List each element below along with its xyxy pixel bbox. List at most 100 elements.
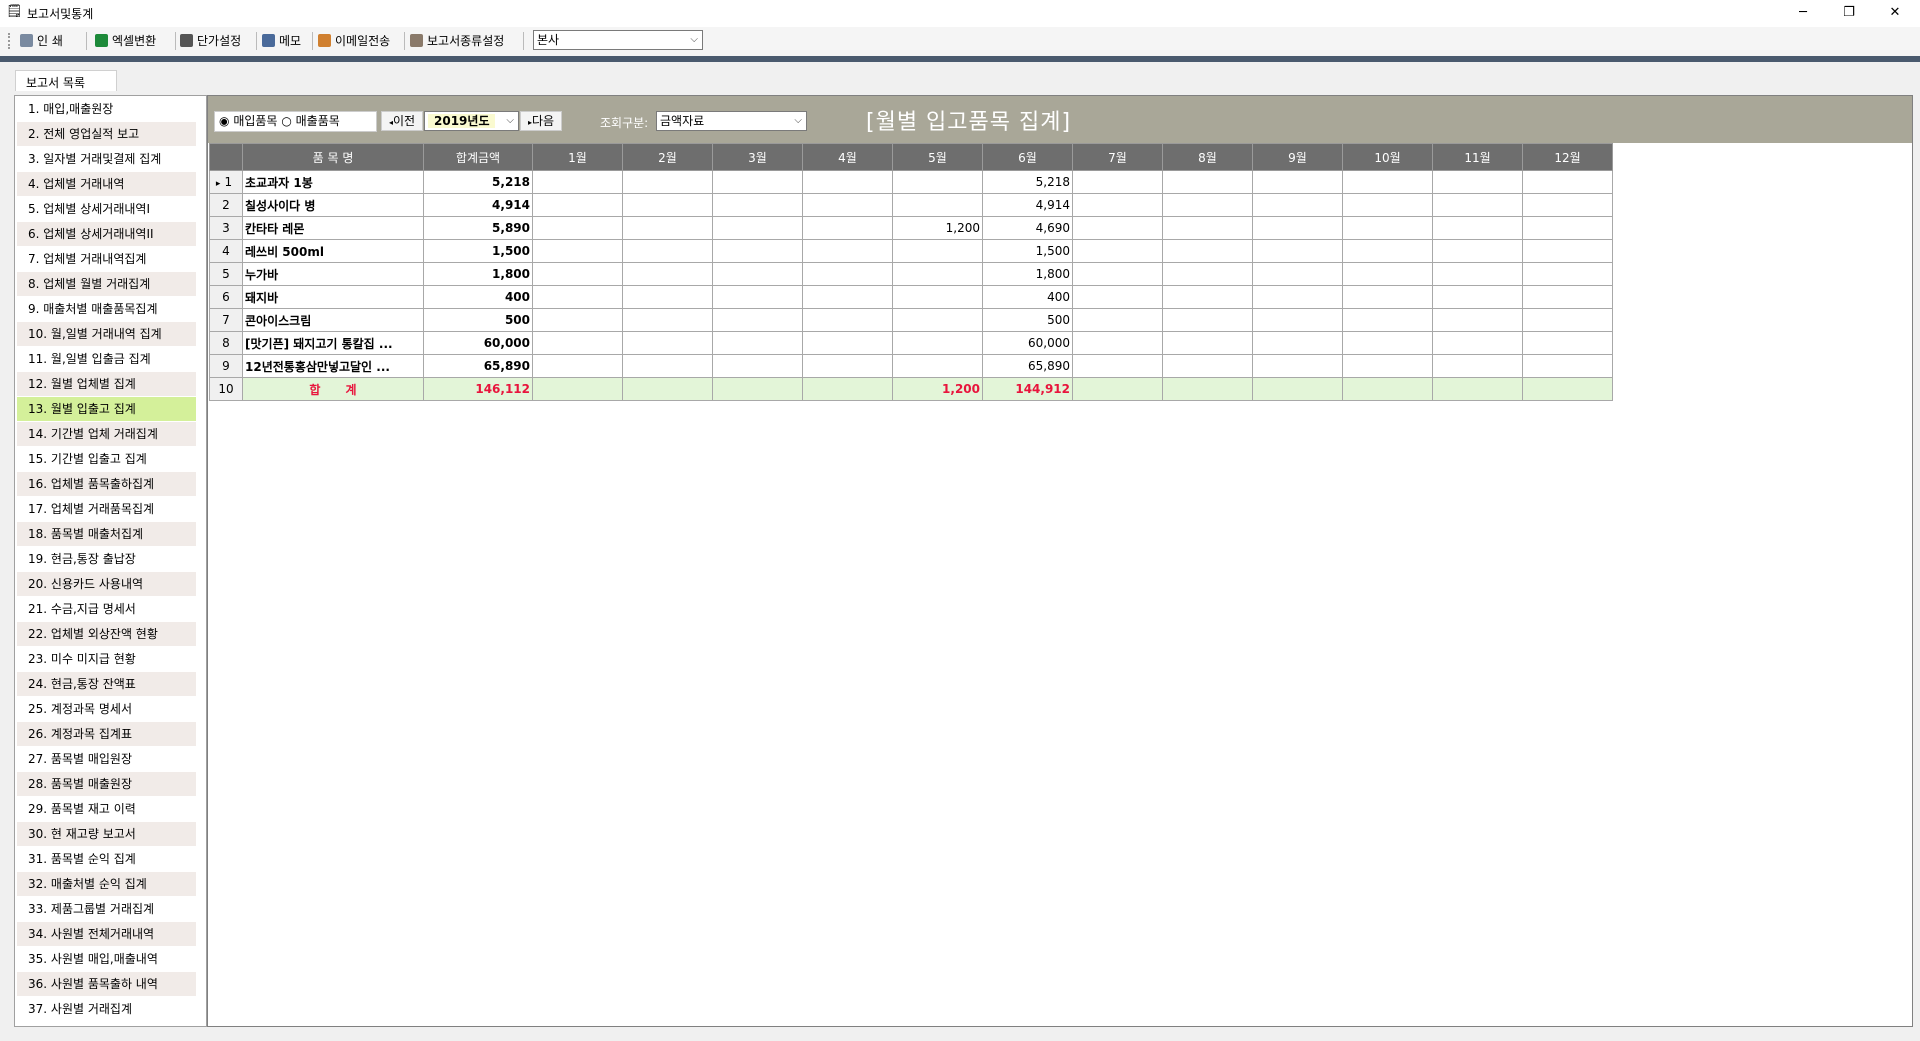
month-amount[interactable] [1072, 308, 1163, 332]
toolbar-button-memo[interactable]: 메모 [262, 30, 301, 52]
report-item[interactable]: 20. 신용카드 사용내역 [17, 572, 196, 596]
month-amount[interactable] [892, 354, 983, 378]
report-item[interactable]: 23. 미수 미지급 현황 [17, 647, 196, 671]
month-amount[interactable] [1342, 262, 1433, 286]
month-amount[interactable] [1162, 308, 1253, 332]
column-header[interactable]: 3월 [712, 143, 803, 171]
column-header[interactable]: 12월 [1522, 143, 1613, 171]
month-amount[interactable] [712, 377, 803, 401]
report-item[interactable]: 21. 수금,지급 명세서 [17, 597, 196, 621]
month-amount[interactable] [802, 354, 893, 378]
report-item[interactable]: 6. 업체별 상세거래내역II [17, 222, 196, 246]
table-row[interactable]: 3 칸타타 레몬 5,890 1,200 4,690 [209, 216, 1613, 240]
total-amount[interactable]: 146,112 [423, 377, 533, 401]
month-amount[interactable] [892, 262, 983, 286]
month-amount[interactable] [1342, 377, 1433, 401]
total-amount[interactable]: 60,000 [423, 331, 533, 355]
month-amount[interactable] [1342, 239, 1433, 263]
month-amount[interactable] [1252, 216, 1343, 240]
column-header[interactable]: 1월 [532, 143, 623, 171]
year-select[interactable]: 2019년도 ⌵ [424, 111, 519, 131]
table-row[interactable]: 4 레쓰비 500ml 1,500 1,500 [209, 239, 1613, 263]
month-amount[interactable] [712, 285, 803, 309]
month-amount[interactable] [1342, 285, 1433, 309]
month-amount[interactable] [1162, 331, 1253, 355]
table-row[interactable]: ▸ 1 초교과자 1봉 5,218 5,218 [209, 170, 1613, 194]
report-item[interactable]: 31. 품목별 순익 집계 [17, 847, 196, 871]
month-amount[interactable] [1522, 193, 1613, 217]
month-amount[interactable] [802, 377, 893, 401]
month-amount[interactable]: 1,200 [892, 216, 983, 240]
column-header[interactable]: 2월 [622, 143, 713, 171]
total-amount[interactable]: 5,218 [423, 170, 533, 194]
minimize-button[interactable]: ─ [1780, 2, 1826, 24]
report-item[interactable]: 19. 현금,통장 출납장 [17, 547, 196, 571]
month-amount[interactable] [1432, 239, 1523, 263]
report-item[interactable]: 35. 사원별 매입,매출내역 [17, 947, 196, 971]
month-amount[interactable] [622, 170, 713, 194]
month-amount[interactable] [622, 354, 713, 378]
month-amount[interactable] [622, 216, 713, 240]
month-amount[interactable] [1252, 377, 1343, 401]
month-amount[interactable] [1342, 170, 1433, 194]
month-amount[interactable] [712, 331, 803, 355]
item-name[interactable]: [맛기픈] 돼지고기 통칼집 ... [242, 331, 424, 355]
month-amount[interactable] [1252, 193, 1343, 217]
report-item[interactable]: 5. 업체별 상세거래내역I [17, 197, 196, 221]
month-amount[interactable] [532, 262, 623, 286]
month-amount[interactable] [1162, 377, 1253, 401]
month-amount[interactable] [802, 331, 893, 355]
table-row[interactable]: 9 12년전통홍삼만넣고달인 ... 65,890 65,890 [209, 354, 1613, 378]
month-amount[interactable] [1432, 170, 1523, 194]
item-name[interactable]: 누가바 [242, 262, 424, 286]
month-amount[interactable] [622, 308, 713, 332]
total-amount[interactable]: 500 [423, 308, 533, 332]
query-type-select[interactable]: 금액자료 ⌵ [656, 111, 807, 131]
column-header[interactable]: 11월 [1432, 143, 1523, 171]
month-amount[interactable]: 1,200 [892, 377, 983, 401]
month-amount[interactable] [1162, 354, 1253, 378]
column-header[interactable] [209, 143, 243, 171]
month-amount[interactable] [622, 239, 713, 263]
month-amount[interactable] [622, 331, 713, 355]
toolbar-grip[interactable] [8, 33, 10, 49]
month-amount[interactable] [1252, 239, 1343, 263]
month-amount[interactable] [532, 331, 623, 355]
column-header[interactable]: 4월 [802, 143, 893, 171]
report-item[interactable]: 16. 업체별 품목출하집계 [17, 472, 196, 496]
month-amount[interactable] [802, 170, 893, 194]
toolbar-button-excel[interactable]: 엑셀변환 [95, 30, 156, 52]
column-header[interactable]: 품 목 명 [242, 143, 424, 171]
report-item[interactable]: 14. 기간별 업체 거래집계 [17, 422, 196, 446]
item-name[interactable]: 12년전통홍삼만넣고달인 ... [242, 354, 424, 378]
total-amount[interactable]: 1,800 [423, 262, 533, 286]
month-amount[interactable] [712, 354, 803, 378]
month-amount[interactable] [802, 193, 893, 217]
month-amount[interactable] [1162, 170, 1253, 194]
month-amount[interactable] [1432, 216, 1523, 240]
month-amount[interactable] [1162, 239, 1253, 263]
report-item[interactable]: 2. 전체 영업실적 보고 [17, 122, 196, 146]
report-item[interactable]: 13. 월별 입출고 집계 [17, 397, 196, 421]
table-row[interactable]: 7 콘아이스크림 500 500 [209, 308, 1613, 332]
report-item[interactable]: 30. 현 재고량 보고서 [17, 822, 196, 846]
toolbar-button-settings[interactable]: 보고서종류설정 [410, 30, 504, 52]
month-amount[interactable]: 4,690 [982, 216, 1073, 240]
month-amount[interactable] [1432, 331, 1523, 355]
month-amount[interactable] [1252, 331, 1343, 355]
branch-select[interactable]: 본사 ⌵ [533, 30, 703, 50]
report-item[interactable]: 29. 품목별 재고 이력 [17, 797, 196, 821]
next-button[interactable]: ▸다음 [520, 111, 562, 131]
report-item[interactable]: 33. 제품그룹별 거래집계 [17, 897, 196, 921]
month-amount[interactable] [712, 216, 803, 240]
item-name[interactable]: 초교과자 1봉 [242, 170, 424, 194]
total-amount[interactable]: 5,890 [423, 216, 533, 240]
tab-report-list[interactable]: 보고서 목록 [15, 70, 117, 91]
item-name[interactable]: 콘아이스크림 [242, 308, 424, 332]
month-amount[interactable] [622, 193, 713, 217]
month-amount[interactable] [1162, 285, 1253, 309]
month-amount[interactable] [1522, 170, 1613, 194]
month-amount[interactable]: 5,218 [982, 170, 1073, 194]
radio-sales[interactable]: ○ 매출품목 [281, 114, 339, 128]
month-amount[interactable] [1522, 216, 1613, 240]
